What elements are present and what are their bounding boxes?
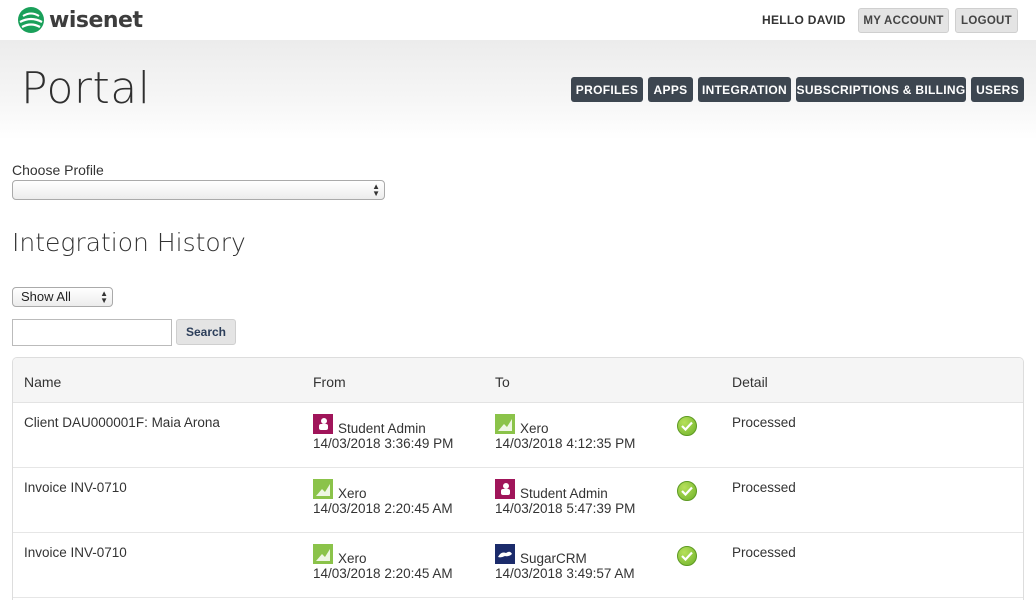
to-app-name: Student Admin	[520, 485, 608, 501]
row-detail: Processed	[732, 480, 796, 495]
to-cell: Xero 14/03/2018 4:12:35 PM	[495, 414, 635, 451]
integration-history-table: Name From To Detail Client DAU000001F: M…	[12, 357, 1024, 600]
row-detail: Processed	[732, 415, 796, 430]
row-detail: Processed	[732, 545, 796, 560]
select-arrows-icon: ▲ ▼	[100, 289, 108, 305]
table-header: Name From To Detail	[13, 358, 1023, 403]
column-header-detail: Detail	[732, 374, 768, 390]
from-timestamp: 14/03/2018 2:20:45 AM	[313, 566, 453, 581]
to-cell: Student Admin 14/03/2018 5:47:39 PM	[495, 479, 635, 516]
xero-icon	[313, 479, 333, 499]
to-timestamp: 14/03/2018 4:12:35 PM	[495, 436, 636, 451]
from-app-name: Xero	[338, 550, 367, 566]
nav-integration-button[interactable]: INTEGRATION	[698, 77, 791, 102]
table-row[interactable]: Invoice INV-0710 Xero 14/03/2018 2:20:45…	[13, 533, 1023, 598]
from-cell: Student Admin 14/03/2018 3:36:49 PM	[313, 414, 453, 451]
from-app-name: Student Admin	[338, 420, 426, 436]
page-title: Portal	[21, 63, 151, 114]
top-bar: wisenet HELLO DAVID MY ACCOUNT LOGOUT	[0, 0, 1036, 40]
sugarcrm-icon	[495, 544, 515, 564]
student-admin-icon	[313, 414, 333, 434]
xero-icon	[313, 544, 333, 564]
from-timestamp: 14/03/2018 2:20:45 AM	[313, 501, 453, 516]
xero-icon	[495, 414, 515, 434]
row-name: Client DAU000001F: Maia Arona	[24, 415, 220, 430]
from-timestamp: 14/03/2018 3:36:49 PM	[313, 436, 454, 451]
check-icon	[677, 546, 697, 566]
row-name: Invoice INV-0710	[24, 545, 127, 560]
greeting: HELLO DAVID	[762, 13, 846, 27]
to-timestamp: 14/03/2018 5:47:39 PM	[495, 501, 636, 516]
choose-profile-label: Choose Profile	[12, 162, 104, 178]
logout-button[interactable]: LOGOUT	[955, 8, 1018, 33]
check-icon	[677, 481, 697, 501]
from-app-name: Xero	[338, 485, 367, 501]
search-input[interactable]	[12, 319, 172, 346]
integration-history-heading: Integration History	[12, 228, 246, 257]
profile-select[interactable]: ▲ ▼	[12, 180, 385, 200]
filter-select[interactable]: Show All ▲ ▼	[12, 287, 113, 307]
page-header: Portal PROFILES APPS INTEGRATION SUBSCRI…	[0, 40, 1036, 140]
wisenet-logo-icon	[18, 7, 44, 33]
column-header-from: From	[313, 374, 346, 390]
from-cell: Xero 14/03/2018 2:20:45 AM	[313, 479, 453, 516]
nav-apps-button[interactable]: APPS	[648, 77, 693, 102]
nav-subscriptions-billing-button[interactable]: SUBSCRIPTIONS & BILLING	[796, 77, 966, 102]
filter-select-value: Show All	[21, 289, 71, 304]
nav-profiles-button[interactable]: PROFILES	[571, 77, 643, 102]
student-admin-icon	[495, 479, 515, 499]
select-arrows-icon: ▲ ▼	[372, 182, 380, 198]
row-name: Invoice INV-0710	[24, 480, 127, 495]
table-row[interactable]: Invoice INV-0710 Xero 14/03/2018 2:20:45…	[13, 468, 1023, 533]
column-header-to: To	[495, 374, 510, 390]
to-app-name: Xero	[520, 420, 549, 436]
to-timestamp: 14/03/2018 3:49:57 AM	[495, 566, 635, 581]
column-header-name: Name	[24, 374, 62, 390]
to-cell: SugarCRM 14/03/2018 3:49:57 AM	[495, 544, 635, 581]
search-button[interactable]: Search	[176, 319, 236, 345]
my-account-button[interactable]: MY ACCOUNT	[858, 8, 949, 33]
wisenet-logo[interactable]: wisenet	[17, 5, 143, 35]
check-icon	[677, 416, 697, 436]
nav-users-button[interactable]: USERS	[971, 77, 1024, 102]
table-row[interactable]: Client DAU000001F: Maia Arona Student Ad…	[13, 403, 1023, 468]
brand-name: wisenet	[49, 7, 143, 33]
from-cell: Xero 14/03/2018 2:20:45 AM	[313, 544, 453, 581]
to-app-name: SugarCRM	[520, 550, 587, 566]
